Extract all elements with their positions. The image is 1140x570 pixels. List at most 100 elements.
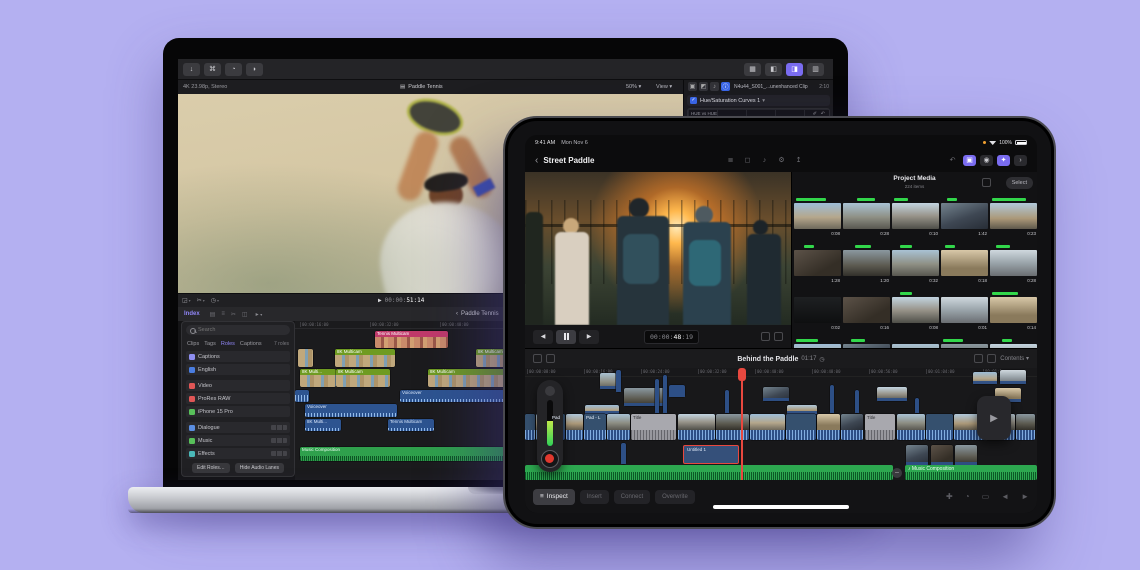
- view-select[interactable]: View ▾: [656, 84, 672, 90]
- storyline-clip[interactable]: [607, 414, 630, 440]
- storyline-clip[interactable]: [817, 414, 840, 440]
- connected-clip[interactable]: [877, 387, 907, 401]
- storyline-clip[interactable]: [566, 414, 583, 440]
- role-row[interactable]: Captions: [186, 351, 290, 362]
- media-thumbnail[interactable]: [941, 339, 988, 348]
- storyline-clip[interactable]: [678, 414, 715, 440]
- timeline-pane-icon[interactable]: ◧: [765, 62, 782, 76]
- timeline-clip[interactable]: 8K Multicam: [336, 369, 390, 387]
- media-thumbnail[interactable]: 0:16: [843, 292, 890, 336]
- role-row[interactable]: English: [186, 364, 290, 375]
- storyline-clip[interactable]: Title: [631, 414, 676, 440]
- index-tab[interactable]: Roles: [221, 341, 235, 347]
- media-thumbnail[interactable]: 0:08: [794, 198, 841, 242]
- playhead-line[interactable]: [741, 368, 743, 480]
- timeline-clip[interactable]: 8K Multi...: [305, 419, 341, 431]
- browser-pane-icon[interactable]: ▦: [744, 62, 761, 76]
- transform-tool-icon[interactable]: ✂ ▾: [197, 297, 205, 304]
- viewer-options-icon[interactable]: ◻: [741, 155, 754, 166]
- loop-icon[interactable]: [761, 332, 770, 341]
- inspector-pane-icon[interactable]: ◨: [786, 62, 803, 76]
- search-field[interactable]: [186, 325, 290, 335]
- audio-meters-icon[interactable]: ♪: [758, 155, 771, 166]
- media-thumbnail[interactable]: 0:23: [990, 198, 1037, 242]
- role-row[interactable]: Video: [186, 380, 290, 391]
- audio-inspector-icon[interactable]: ♪: [710, 82, 719, 91]
- snapping-icon[interactable]: ◫: [242, 311, 248, 318]
- back-icon[interactable]: ‹: [456, 311, 458, 317]
- connected-clip[interactable]: [915, 398, 919, 413]
- connected-clip[interactable]: [955, 445, 977, 465]
- connected-clip[interactable]: [725, 390, 729, 413]
- edit-roles-button[interactable]: Edit Roles…: [192, 463, 230, 473]
- media-thumbnail[interactable]: 0:10: [892, 198, 939, 242]
- settings-icon[interactable]: ⚙: [775, 155, 788, 166]
- media-thumbnail[interactable]: 1:20: [843, 245, 890, 289]
- storyline-clip[interactable]: [1016, 414, 1035, 440]
- music-clip[interactable]: ♪ Music Composition: [905, 465, 1037, 480]
- connected-clip[interactable]: [763, 387, 789, 401]
- timeline-clip[interactable]: 8K Multi...: [300, 369, 336, 387]
- timeline-clip[interactable]: 8K Multicam: [335, 349, 395, 367]
- undo-icon[interactable]: ↶: [946, 155, 959, 166]
- play-icon[interactable]: ▶: [378, 297, 382, 304]
- connected-clip[interactable]: [669, 385, 685, 397]
- keyword-editor-icon[interactable]: ⌘: [204, 62, 221, 76]
- sidebar-toggle-icon[interactable]: ▥: [807, 62, 824, 76]
- background-tasks-icon[interactable]: ◔: [225, 62, 242, 76]
- connected-clip[interactable]: [855, 390, 859, 413]
- filter-icon[interactable]: [982, 178, 991, 187]
- pause-button[interactable]: [556, 329, 576, 344]
- index-tab[interactable]: Captions: [240, 341, 262, 347]
- info-inspector-icon[interactable]: ⓘ: [721, 82, 730, 91]
- storyline-clip[interactable]: [716, 414, 749, 440]
- media-thumbnail[interactable]: 0:01: [941, 292, 988, 336]
- role-row[interactable]: Dialogue: [186, 422, 290, 433]
- connected-clip[interactable]: [585, 405, 619, 414]
- retime-tool-icon[interactable]: ◷ ▾: [211, 297, 219, 304]
- media-thumbnail[interactable]: 0:28: [990, 245, 1037, 289]
- inspect-button[interactable]: ≡ Inspect: [533, 488, 575, 505]
- ipad-viewer-video[interactable]: [525, 172, 791, 325]
- media-browser-icon[interactable]: ▣: [963, 154, 976, 166]
- crop-tool-icon[interactable]: ◲ ▾: [182, 297, 191, 304]
- media-thumbnail[interactable]: 1:42: [941, 198, 988, 242]
- connected-clip[interactable]: [787, 405, 817, 414]
- storyline-clip[interactable]: [897, 414, 925, 440]
- browser-list-icon[interactable]: ≣: [724, 155, 737, 166]
- edit-button[interactable]: Insert: [579, 489, 609, 504]
- timeline-clip[interactable]: Voiceover: [305, 404, 397, 417]
- media-thumbnail[interactable]: [990, 339, 1037, 348]
- connected-clip[interactable]: [973, 372, 997, 384]
- media-thumbnail[interactable]: 0:14: [990, 292, 1037, 336]
- skip-back-icon[interactable]: ◄: [1001, 492, 1009, 501]
- trim-tool-icon[interactable]: ✂: [231, 311, 236, 318]
- captions-tool-icon[interactable]: ◗: [246, 62, 263, 76]
- storyline-clip[interactable]: [926, 414, 953, 440]
- timeline-clip[interactable]: [295, 390, 309, 402]
- storyline-clip[interactable]: [525, 414, 535, 440]
- edit-button[interactable]: Overwrite: [655, 489, 695, 504]
- timer-icon[interactable]: ◔: [965, 492, 970, 501]
- media-thumbnail[interactable]: 0:32: [892, 245, 939, 289]
- media-thumbnail[interactable]: [794, 339, 841, 348]
- storyline-clip[interactable]: Pad - L: [584, 414, 606, 440]
- search-input[interactable]: [198, 327, 278, 333]
- media-thumbnail[interactable]: [843, 339, 890, 348]
- effect-checkbox[interactable]: ✓: [690, 97, 697, 104]
- connected-clip[interactable]: [600, 373, 616, 389]
- home-indicator[interactable]: [713, 505, 849, 509]
- video-inspector-icon[interactable]: ▣: [688, 82, 697, 91]
- next-frame-button[interactable]: ▶: [579, 329, 599, 344]
- record-button[interactable]: [541, 450, 559, 468]
- hide-audio-lanes-button[interactable]: Hide Audio Lanes: [234, 463, 284, 473]
- effects-icon[interactable]: ✚: [946, 492, 953, 501]
- media-thumbnail[interactable]: 1:28: [794, 245, 841, 289]
- export-icon[interactable]: ↥: [792, 155, 805, 166]
- media-thumbnail[interactable]: 0:08: [892, 292, 939, 336]
- input-gain-knob[interactable]: [545, 386, 555, 396]
- cursor-tool[interactable]: ▸ ▾: [256, 311, 263, 318]
- list-view-icon[interactable]: ≡: [221, 311, 225, 318]
- connected-clip[interactable]: [663, 375, 667, 413]
- ipad-timeline[interactable]: 00:00:08:00 00:00:16:00 00:00:24:00 00:00:3…: [525, 368, 1037, 480]
